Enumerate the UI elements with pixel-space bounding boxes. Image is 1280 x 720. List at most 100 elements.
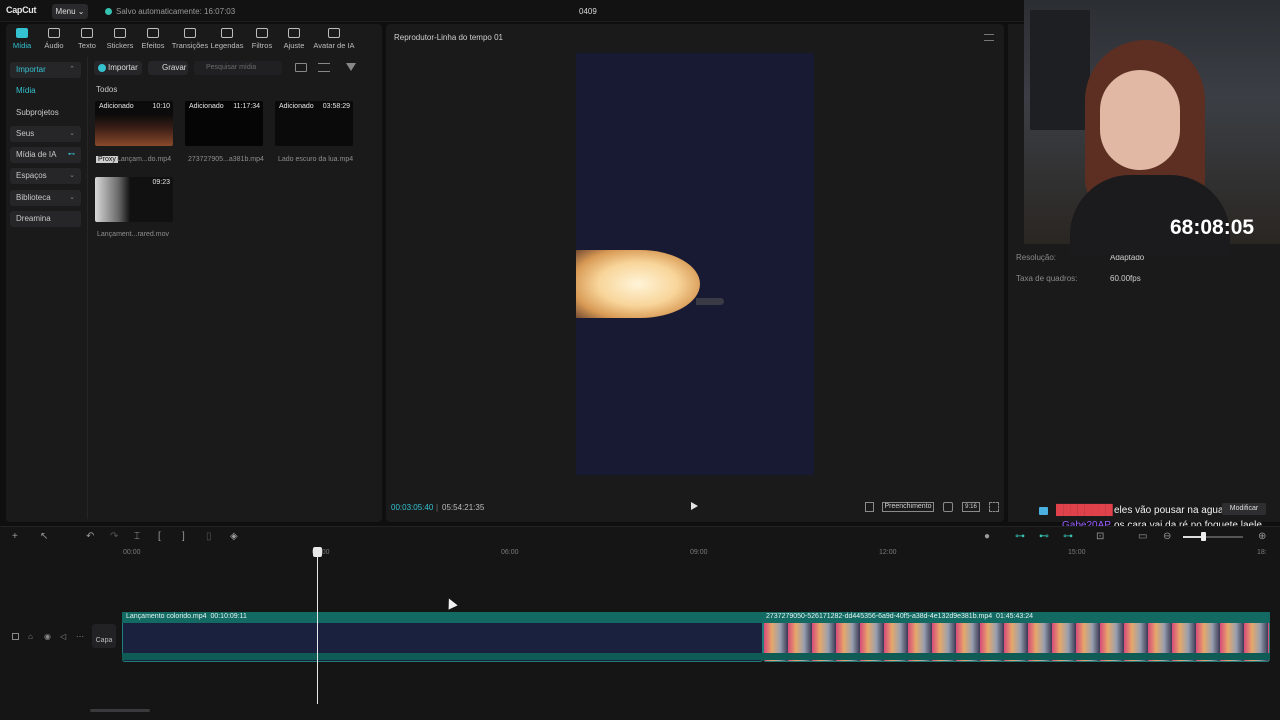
sidebar-item-yours[interactable]: Seus ⌄ xyxy=(10,126,81,142)
media-thumbnail[interactable]: Adicionado 10:10 xyxy=(95,101,173,146)
chat-badge-icon xyxy=(1039,507,1048,515)
modify-button[interactable]: Modificar xyxy=(1222,503,1266,515)
media-thumbnail[interactable]: Adicionado 11:17:34 xyxy=(185,101,263,146)
zoom-slider-fill xyxy=(1183,536,1203,538)
media-thumbnail[interactable]: 09:23 xyxy=(95,177,173,222)
tab-media[interactable]: Mídia xyxy=(4,28,40,50)
plus-icon xyxy=(98,64,106,72)
preview-axis-icon[interactable]: ⊡ xyxy=(1096,531,1104,542)
audio-icon xyxy=(48,28,60,38)
effects-icon xyxy=(147,28,159,38)
fill-mode-button[interactable]: Preenchimento xyxy=(882,502,934,512)
cover-button[interactable]: Capa xyxy=(92,624,116,648)
media-search-input[interactable]: Pesquisar mídia xyxy=(194,61,282,75)
chat-message: eles vão pousar na agua ? xyxy=(1114,505,1232,516)
clip-label: 2737279050-526171282-dd445356-6a9d-40f5-… xyxy=(766,613,1034,620)
avatar-icon xyxy=(328,28,340,38)
delete-icon[interactable]: ▯ xyxy=(206,531,212,542)
chevron-down-icon: ⌄ xyxy=(69,172,75,179)
subtitle-icon[interactable]: ▭ xyxy=(1138,531,1147,542)
total-time: 05:54:21:35 xyxy=(442,503,485,512)
sidebar-item-media[interactable]: Mídia xyxy=(10,83,81,99)
undo-icon[interactable]: ↶ xyxy=(86,531,94,542)
chevron-down-icon: ⌄ xyxy=(69,194,75,201)
adjust-icon xyxy=(288,28,300,38)
sidebar-item-dreamina[interactable]: Dreamina xyxy=(10,211,81,227)
time-ruler-label: 15:00 xyxy=(1068,549,1086,556)
zoom-out-icon[interactable]: ⊖ xyxy=(1163,531,1171,542)
sidebar-item-spaces[interactable]: Espaços ⌄ xyxy=(10,168,81,184)
lock-icon[interactable]: ⌂ xyxy=(28,632,33,641)
time-ruler-label: 06:00 xyxy=(501,549,519,556)
ai-icon: ⊷ xyxy=(68,151,75,158)
fullscreen-icon[interactable] xyxy=(989,502,999,512)
media-icon xyxy=(16,28,28,38)
microphone-icon[interactable]: ● xyxy=(984,531,990,542)
audio-icon[interactable] xyxy=(865,502,874,512)
chevron-up-icon: ⌃ xyxy=(69,66,75,73)
framerate-value[interactable]: 60.00fps xyxy=(1110,274,1141,283)
resolution-label: Resolução: xyxy=(1016,253,1057,262)
media-name: Lançament...rared.mov xyxy=(97,231,169,238)
tab-stickers[interactable]: Stickers xyxy=(102,28,138,50)
tab-captions[interactable]: Legendas xyxy=(209,28,245,50)
chevron-down-icon: ⌄ xyxy=(69,130,75,137)
menu-icon[interactable] xyxy=(984,34,994,41)
time-ruler-label: 00:00 xyxy=(123,549,141,556)
split-icon[interactable]: ⌶ xyxy=(134,531,140,542)
sticker-icon xyxy=(114,28,126,38)
link-icon[interactable]: ⊶ xyxy=(1015,531,1025,542)
current-time: 00:03:05:40 xyxy=(391,503,434,512)
sidebar-item-library[interactable]: Biblioteca ⌄ xyxy=(10,190,81,206)
sort-icon[interactable] xyxy=(318,63,330,72)
speaker-icon[interactable]: ◁ xyxy=(60,632,66,641)
add-icon[interactable]: + xyxy=(12,531,18,542)
record-button[interactable]: Gravar xyxy=(148,61,188,75)
media-name: 273727905...a381b.mp4 xyxy=(188,156,264,163)
track-cover-icon[interactable] xyxy=(12,633,19,640)
play-button[interactable] xyxy=(691,502,698,510)
tab-audio[interactable]: Áudio xyxy=(36,28,72,50)
media-thumbnail[interactable]: Adicionado 03:58:29 xyxy=(275,101,353,146)
tab-effects[interactable]: Efeitos xyxy=(135,28,171,50)
shield-icon[interactable]: ◈ xyxy=(230,531,238,542)
more-icon[interactable]: ⋯ xyxy=(76,632,84,641)
sidebar-item-subprojects[interactable]: Subprojetos xyxy=(10,105,81,121)
player-title: Reprodutor-Linha do tempo 01 xyxy=(394,33,503,42)
trim-right-icon[interactable]: ] xyxy=(182,531,185,542)
zoom-in-icon[interactable]: ⊕ xyxy=(1258,531,1266,542)
tab-filters[interactable]: Filtros xyxy=(244,28,280,50)
playhead[interactable] xyxy=(317,548,318,704)
captions-icon xyxy=(221,28,233,38)
tab-adjust[interactable]: Ajuste xyxy=(276,28,312,50)
redo-icon[interactable]: ↷ xyxy=(110,531,118,542)
grid-view-icon[interactable] xyxy=(295,63,307,72)
tab-ai-avatar[interactable]: Avatar de IA xyxy=(312,28,356,50)
select-tool-icon[interactable]: ↖ xyxy=(40,531,48,542)
snap-icon[interactable]: ⊶ xyxy=(1063,531,1073,542)
tab-text[interactable]: Texto xyxy=(69,28,105,50)
sidebar-item-import[interactable]: Importar ⌃ xyxy=(10,62,81,78)
magnet-icon[interactable]: ⊷ xyxy=(1039,531,1049,542)
sidebar-item-ai-media[interactable]: Mídia de IA ⊷ xyxy=(10,147,81,163)
divider xyxy=(87,57,88,519)
audio-waveform xyxy=(122,653,1270,660)
cloud-saved-icon xyxy=(105,8,112,15)
media-name: Lado escuro da lua.mp4 xyxy=(278,156,354,163)
project-title[interactable]: 0409 xyxy=(579,7,597,16)
eye-icon[interactable]: ◉ xyxy=(44,632,51,641)
zoom-slider-handle[interactable] xyxy=(1201,532,1206,541)
trim-left-icon[interactable]: [ xyxy=(158,531,161,542)
filter-icon[interactable] xyxy=(346,63,356,71)
import-button[interactable]: Importar xyxy=(94,61,142,75)
aspect-ratio-button[interactable]: 9:16 xyxy=(962,502,980,512)
timeline-scrollbar[interactable] xyxy=(90,709,150,712)
tab-transitions[interactable]: Transições xyxy=(171,28,209,50)
stream-timer: 68:08:05 xyxy=(1170,216,1255,239)
menu-button[interactable]: Menu ⌄ xyxy=(52,4,88,19)
streamer-face xyxy=(1100,70,1180,170)
filter-icon xyxy=(256,28,268,38)
framerate-label: Taxa de quadros: xyxy=(1016,274,1078,283)
crop-icon[interactable] xyxy=(943,502,953,512)
streamer-body xyxy=(1070,175,1230,255)
